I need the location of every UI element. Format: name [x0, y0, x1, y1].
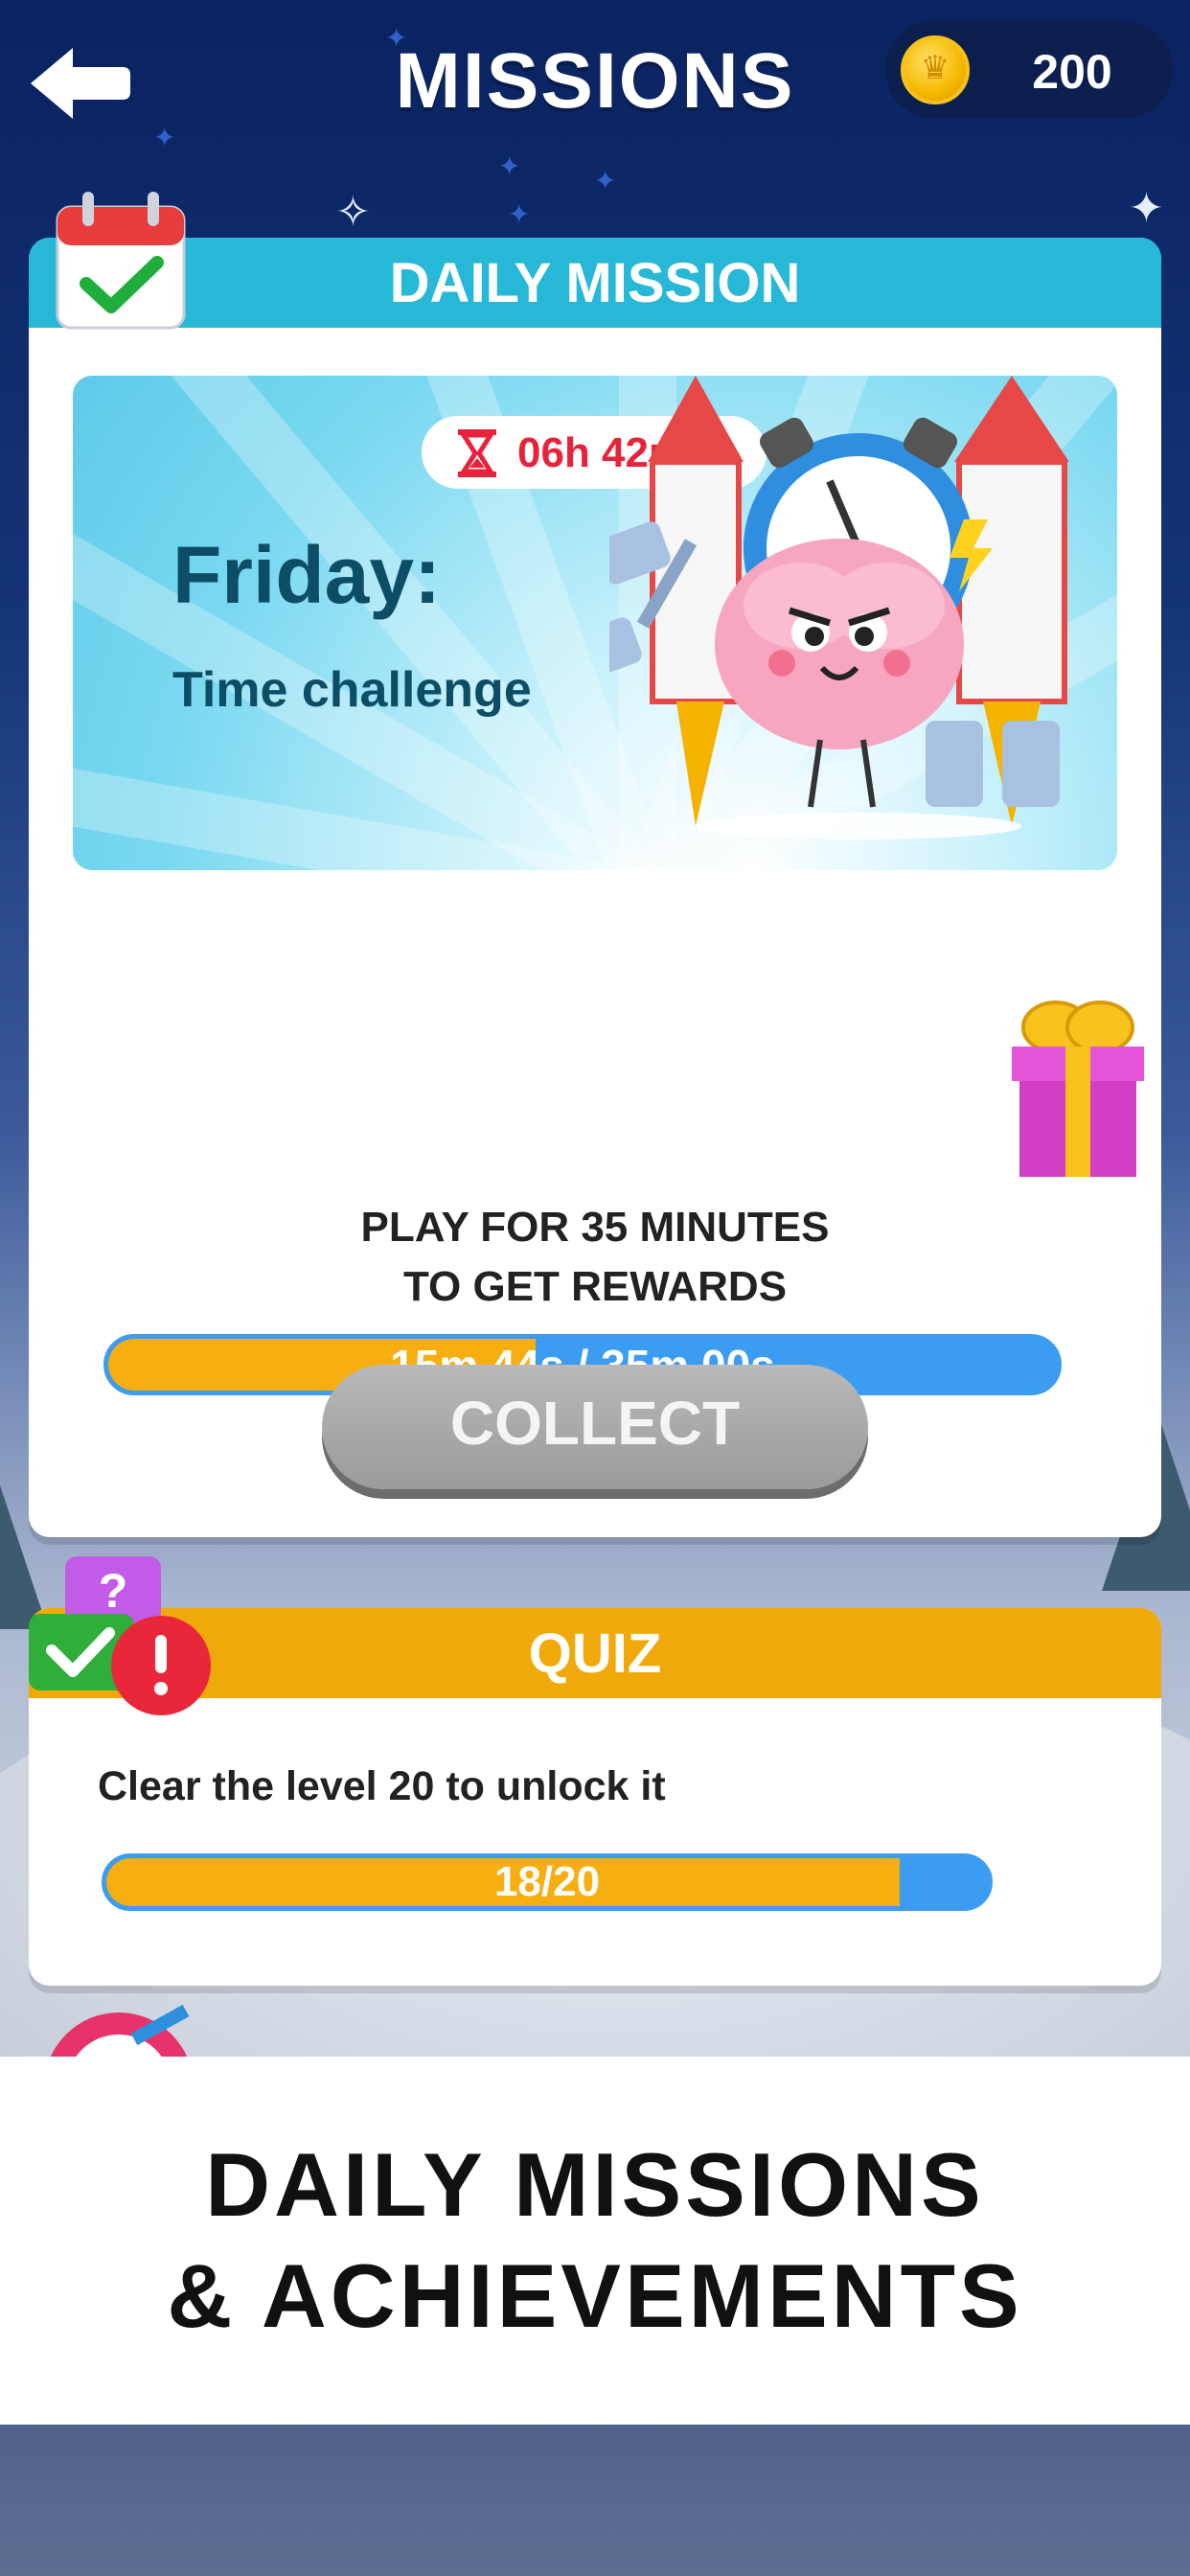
- quiz-progress-bar: 18/20: [102, 1853, 993, 1911]
- caption-line-2: & ACHIEVEMENTS: [167, 2245, 1023, 2346]
- calendar-check-icon: [56, 192, 186, 330]
- hourglass-icon: [458, 429, 496, 477]
- brain-mascot-illustration: [609, 376, 1069, 840]
- caption-line-1: DAILY MISSIONS: [205, 2134, 985, 2235]
- day-title: Friday:: [172, 530, 442, 620]
- challenge-name: Time challenge: [172, 662, 532, 718]
- daily-mission-title: DAILY MISSION: [29, 238, 1161, 328]
- quiz-bubbles-icon: ?: [29, 1556, 211, 1715]
- quiz-progress-text: 18/20: [493, 1858, 601, 1905]
- coin-icon: [901, 35, 970, 104]
- gift-icon: [1012, 1000, 1144, 1177]
- star-decoration: ✦: [508, 199, 531, 229]
- caption-panel: DAILY MISSIONS & ACHIEVEMENTS: [0, 2057, 1190, 2425]
- footer-band: [0, 2425, 1190, 2576]
- daily-mission-banner: 06h 42m Friday: Time challenge: [73, 376, 1117, 870]
- svg-text:?: ?: [99, 1564, 128, 1618]
- coin-balance: 200: [885, 21, 1173, 119]
- collect-button[interactable]: COLLECT: [322, 1365, 868, 1489]
- target-icon: [50, 2004, 190, 2058]
- star-decoration: ✦: [1129, 185, 1164, 232]
- instruction-line-2: TO GET REWARDS: [402, 1263, 788, 1310]
- instruction-line-1: PLAY FOR 35 MINUTES: [360, 1204, 830, 1251]
- daily-mission-card: DAILY MISSION 06h 42m Friday: Time chall…: [29, 238, 1161, 1537]
- star-decoration: ✧: [335, 189, 371, 236]
- star-decoration: ✦: [153, 123, 176, 152]
- star-decoration: ✦: [498, 151, 521, 181]
- coin-count: 200: [1032, 45, 1112, 99]
- quiz-description: Clear the level 20 to unlock it: [98, 1763, 666, 1809]
- star-decoration: ✦: [594, 166, 617, 196]
